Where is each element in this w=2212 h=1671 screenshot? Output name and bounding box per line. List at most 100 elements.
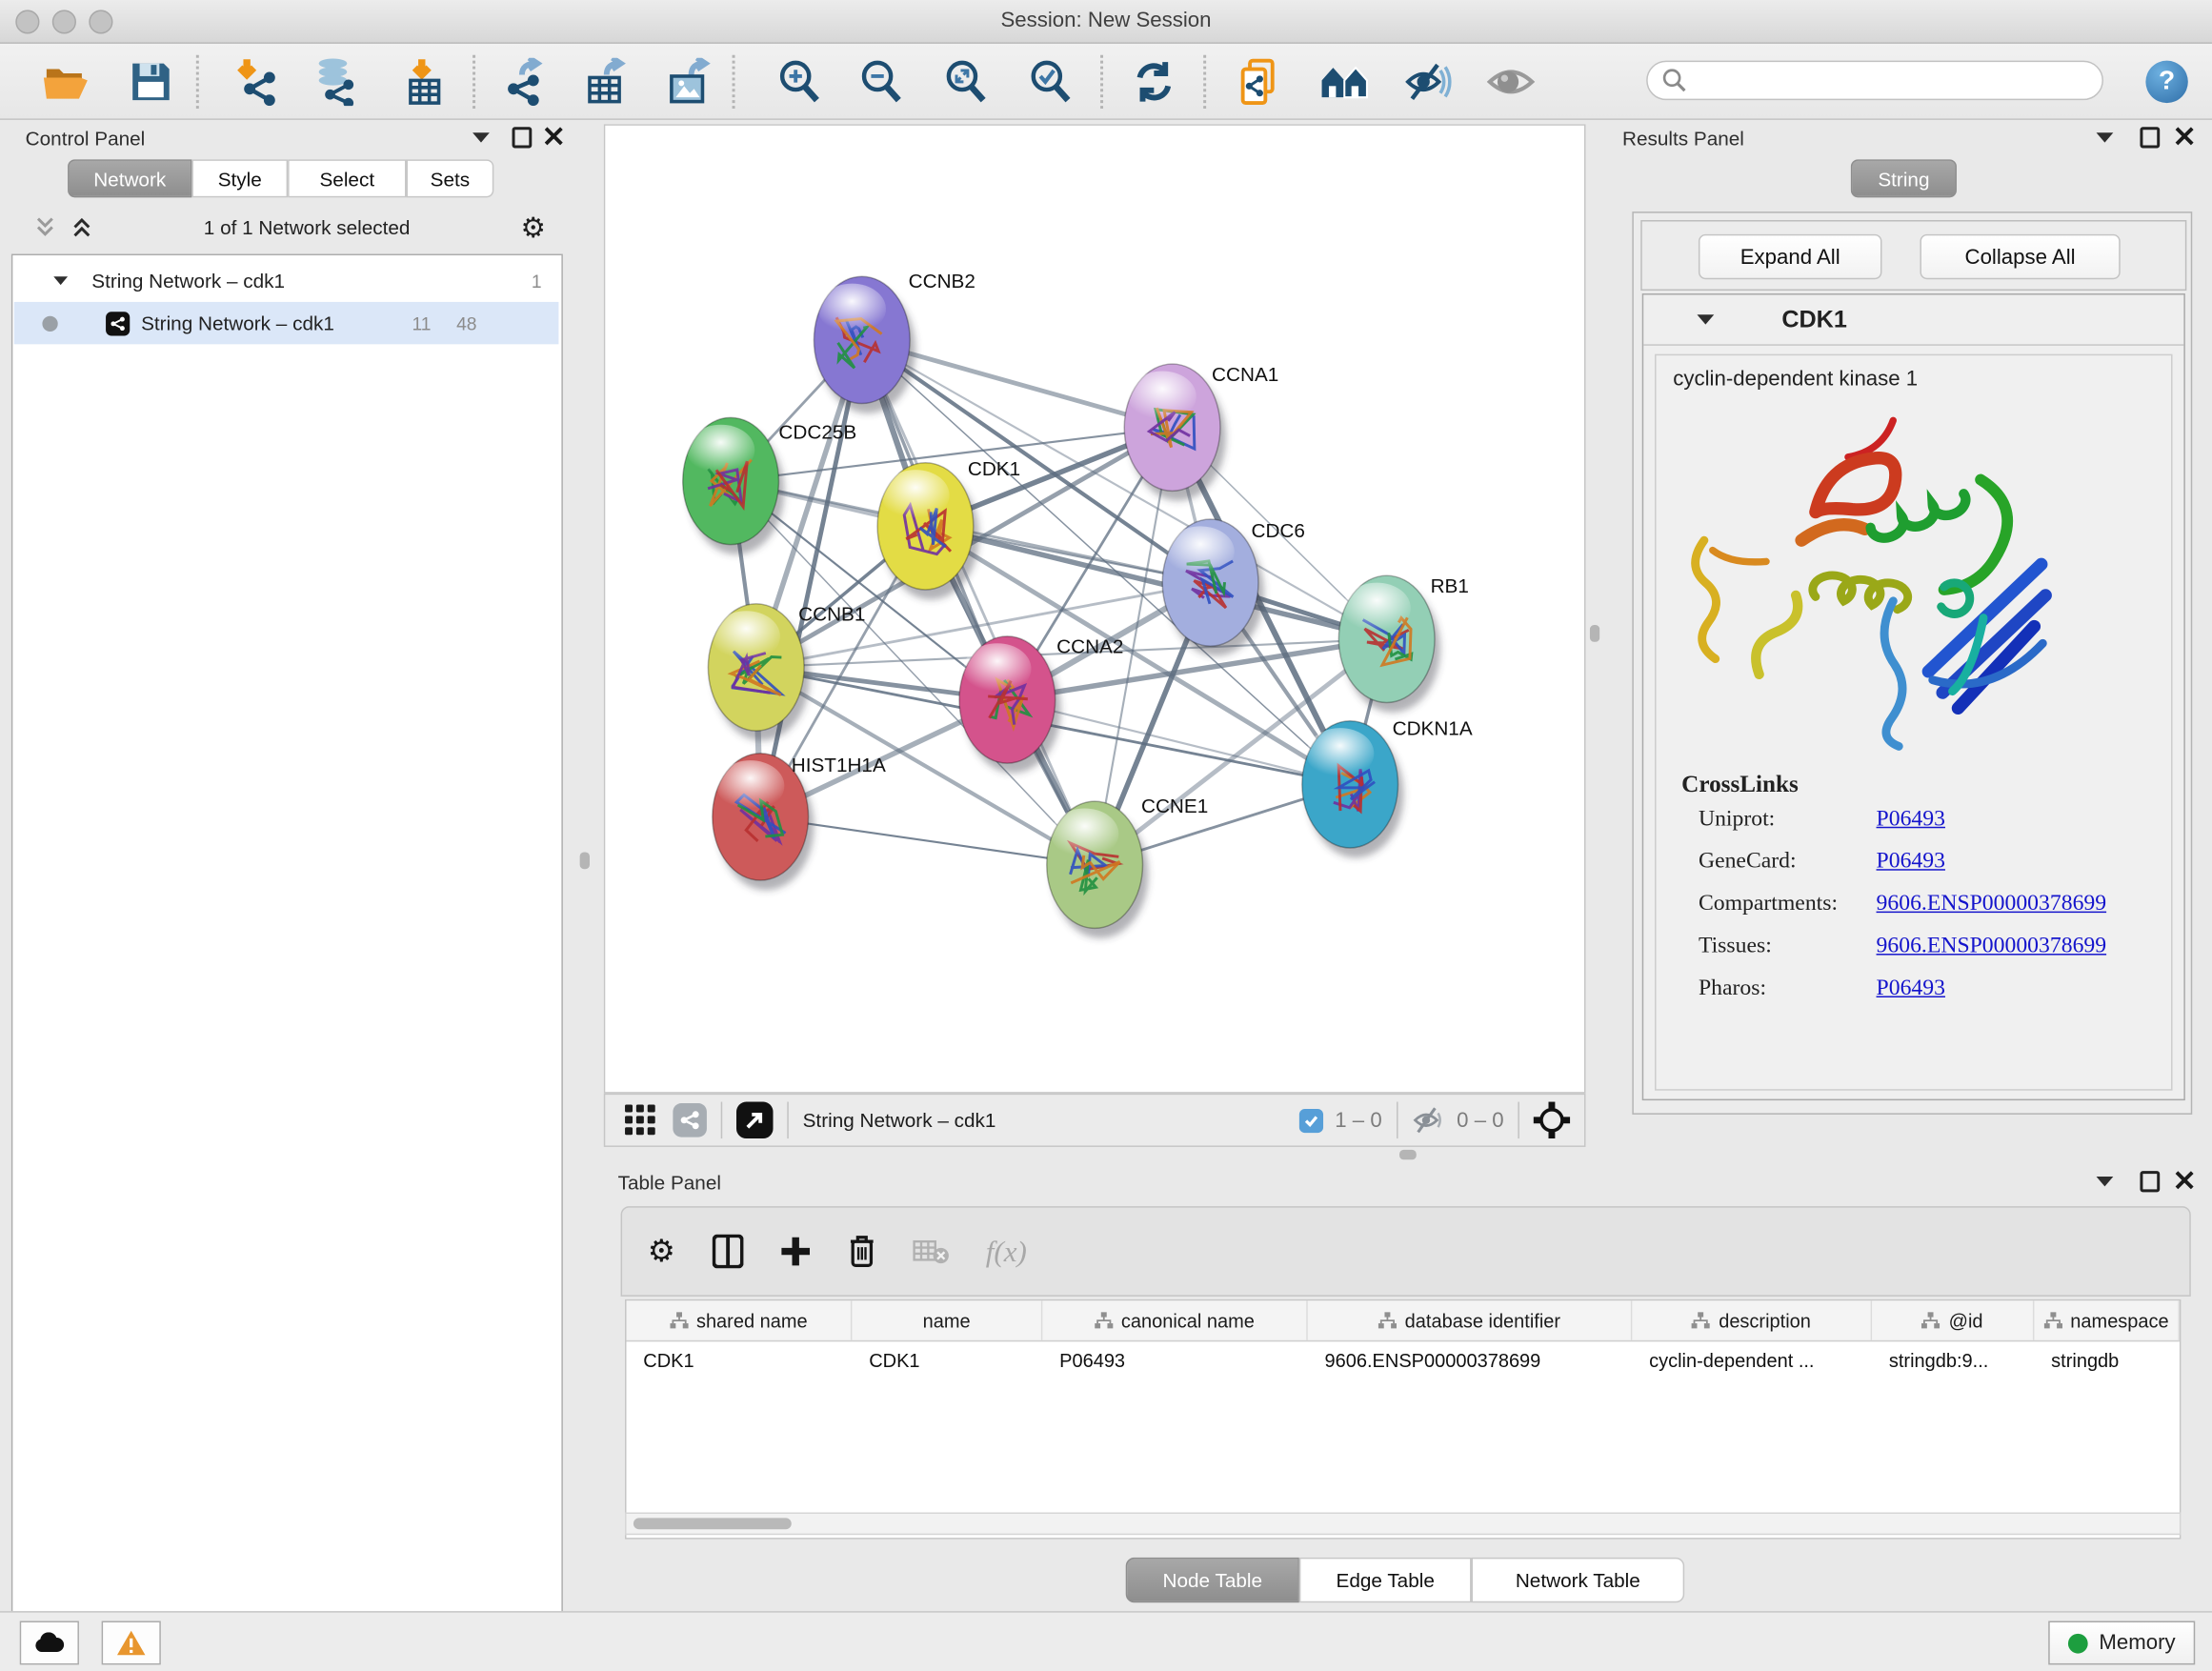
network-node-ccnb2[interactable]: [814, 276, 915, 413]
copy-documents-icon: [1237, 58, 1282, 106]
eye-button[interactable]: [1479, 52, 1541, 111]
tab-style[interactable]: Style: [191, 159, 288, 197]
delete-column-trash-icon[interactable]: [848, 1235, 876, 1269]
table-cell[interactable]: stringdb:9...: [1872, 1341, 2034, 1379]
import-table-from-file-button[interactable]: [393, 52, 455, 111]
column-header-canonical-name[interactable]: canonical name: [1042, 1300, 1307, 1339]
network-row-selected[interactable]: String Network – cdk1 11 48: [14, 302, 559, 344]
column-header-shared-name[interactable]: shared name: [627, 1300, 853, 1339]
scrollbar-thumb[interactable]: [633, 1518, 792, 1529]
tree-expander-icon[interactable]: [53, 276, 68, 285]
open-in-window-icon[interactable]: [736, 1102, 774, 1139]
export-table-button[interactable]: [575, 52, 637, 111]
panel-splitter-handle[interactable]: [1399, 1150, 1417, 1159]
tab-string[interactable]: String: [1851, 159, 1957, 197]
crosslink-value-link[interactable]: P06493: [1877, 807, 1945, 833]
import-network-from-file-button[interactable]: [227, 52, 289, 111]
search-input[interactable]: [1687, 64, 2101, 98]
string-results-container: Expand All Collapse All CDK1 cyclin-depe…: [1632, 211, 2192, 1115]
table-row[interactable]: CDK1CDK1P064939606.ENSP00000378699cyclin…: [627, 1341, 2180, 1379]
network-node-ccne1[interactable]: [1047, 801, 1149, 938]
crosslink-value-link[interactable]: P06493: [1877, 849, 1945, 875]
table-cell[interactable]: cyclin-dependent ...: [1632, 1341, 1872, 1379]
grid-view-icon[interactable]: [625, 1105, 656, 1137]
network-node-cdkn1a[interactable]: [1302, 721, 1404, 858]
node-label-hist1h1a: HIST1H1A: [792, 755, 886, 776]
column-header-database-identifier[interactable]: database identifier: [1308, 1300, 1633, 1339]
table-cell[interactable]: 9606.ENSP00000378699: [1308, 1341, 1633, 1379]
tab-node-table[interactable]: Node Table: [1126, 1558, 1299, 1602]
network-node-ccnb1[interactable]: [708, 604, 810, 741]
first-neighbors-button[interactable]: [1314, 52, 1376, 111]
gene-section-header[interactable]: CDK1: [1643, 294, 2183, 345]
network-node-rb1[interactable]: [1338, 575, 1440, 713]
network-edge[interactable]: [760, 340, 862, 817]
table-settings-gear-icon[interactable]: ⚙: [648, 1233, 675, 1270]
panel-close-icon[interactable]: [545, 127, 563, 145]
memory-button[interactable]: Memory: [2048, 1621, 2195, 1665]
save-session-button[interactable]: [120, 52, 182, 111]
search-field[interactable]: [1646, 61, 2103, 100]
tab-network[interactable]: Network: [68, 159, 191, 197]
network-node-cdc6[interactable]: [1162, 519, 1264, 656]
tab-edge-table[interactable]: Edge Table: [1299, 1558, 1472, 1602]
panel-menu-icon[interactable]: [2097, 1177, 2114, 1186]
panel-float-icon[interactable]: [513, 127, 533, 148]
panel-menu-icon[interactable]: [473, 132, 490, 142]
table-cell[interactable]: P06493: [1042, 1341, 1307, 1379]
panel-menu-icon[interactable]: [2097, 132, 2114, 142]
panel-splitter-handle[interactable]: [580, 852, 590, 869]
network-view-share-icon[interactable]: [673, 1103, 707, 1137]
tab-sets[interactable]: Sets: [406, 159, 493, 197]
panel-float-icon[interactable]: [2140, 127, 2160, 148]
column-header-description[interactable]: description: [1632, 1300, 1872, 1339]
zoom-in-button[interactable]: [769, 52, 831, 111]
column-header-namespace[interactable]: namespace: [2034, 1300, 2180, 1339]
panel-float-icon[interactable]: [2140, 1171, 2160, 1192]
table-cell[interactable]: CDK1: [627, 1341, 853, 1379]
column-header-name[interactable]: name: [852, 1300, 1042, 1339]
crosslink-value-link[interactable]: P06493: [1877, 976, 1945, 1002]
cloud-status-button[interactable]: [20, 1621, 79, 1665]
expand-all-button[interactable]: Expand All: [1699, 234, 1882, 279]
network-list: String Network – cdk1 1 String Network –…: [11, 254, 563, 1615]
crosslink-row: Uniprot:P06493: [1699, 807, 2164, 833]
birds-eye-navigator-icon[interactable]: [1534, 1102, 1571, 1139]
section-expander-icon[interactable]: [1697, 314, 1714, 324]
export-image-button[interactable]: [659, 52, 721, 111]
network-canvas[interactable]: CCNB2CCNA1CDC25BCDK1CDC6RB1CCNB1CCNA2CDK…: [604, 124, 1586, 1093]
expand-all-chevron-icon[interactable]: [70, 216, 93, 239]
open-session-button[interactable]: [35, 52, 97, 111]
tab-select[interactable]: Select: [288, 159, 406, 197]
create-column-plus-icon[interactable]: [780, 1236, 812, 1267]
network-collection-row[interactable]: String Network – cdk1 1: [14, 259, 559, 301]
table-cell[interactable]: CDK1: [852, 1341, 1042, 1379]
selected-nodes-checkbox[interactable]: [1299, 1108, 1323, 1132]
show-columns-icon[interactable]: [712, 1235, 743, 1269]
copy-network-button[interactable]: [1229, 52, 1291, 111]
zoom-selected-button[interactable]: [1020, 52, 1082, 111]
table-cell[interactable]: stringdb: [2034, 1341, 2180, 1379]
network-options-gear-icon[interactable]: ⚙: [521, 210, 547, 245]
import-network-from-database-button[interactable]: [306, 52, 368, 111]
crosslink-value-link[interactable]: 9606.ENSP00000378699: [1877, 934, 2107, 959]
warnings-button[interactable]: [102, 1621, 161, 1665]
tab-network-table[interactable]: Network Table: [1472, 1558, 1685, 1602]
help-button[interactable]: ?: [2145, 61, 2187, 103]
collapse-all-button[interactable]: Collapse All: [1920, 234, 2120, 279]
zoom-fit-content-button[interactable]: [935, 52, 997, 111]
panel-close-icon[interactable]: [2175, 1171, 2193, 1189]
export-network-button[interactable]: [493, 52, 555, 111]
crosslink-value-link[interactable]: 9606.ENSP00000378699: [1877, 892, 2107, 917]
collapse-all-chevron-icon[interactable]: [34, 216, 57, 239]
network-node-ccna2[interactable]: [959, 636, 1061, 774]
network-node-cdk1[interactable]: [877, 463, 979, 600]
column-header--id[interactable]: @id: [1872, 1300, 2034, 1339]
panel-close-icon[interactable]: [2175, 127, 2193, 145]
panel-splitter-handle[interactable]: [1590, 625, 1599, 642]
refresh-view-button[interactable]: [1123, 52, 1185, 111]
zoom-out-button[interactable]: [851, 52, 913, 111]
show-hide-graphics-details-button[interactable]: [1397, 52, 1458, 111]
table-horizontal-scrollbar[interactable]: [625, 1512, 2181, 1535]
node-label-cdk1: CDK1: [968, 458, 1020, 480]
